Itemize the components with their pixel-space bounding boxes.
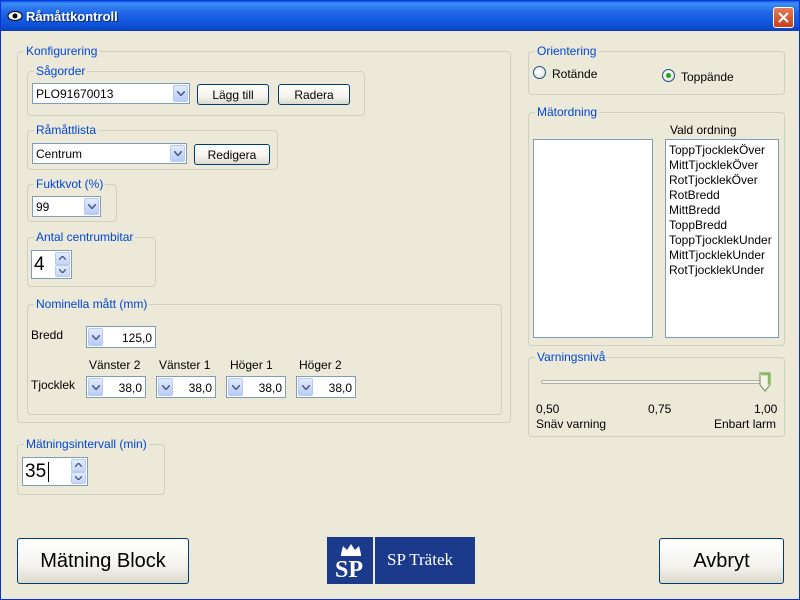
dialog-window: Råmåttkontroll Konfigurering Sågorder PL… — [0, 0, 800, 600]
delete-button[interactable]: Radera — [278, 84, 350, 105]
selected-order-list[interactable]: ToppTjocklekÖver MittTjocklekÖver RotTjock… — [665, 139, 779, 338]
list-item[interactable]: RotTjocklekUnder — [666, 263, 778, 278]
logo-sp: SP — [335, 557, 364, 583]
radio-rotande[interactable] — [533, 66, 546, 79]
centrumbitar-value: 4 — [34, 254, 45, 275]
chevron-down-icon[interactable] — [158, 378, 173, 396]
tjocklek-value: 38,0 — [118, 381, 142, 395]
chevron-down-icon[interactable] — [298, 378, 313, 396]
chevron-down-icon[interactable] — [88, 378, 103, 396]
eye-icon — [7, 10, 23, 22]
spinner-buttons[interactable] — [55, 252, 70, 277]
avbryt-button[interactable]: Avbryt — [659, 538, 784, 584]
konfigurering-legend: Konfigurering — [24, 44, 100, 58]
slider-min-label: 0,50 — [536, 402, 560, 416]
spinner-buttons[interactable] — [71, 459, 86, 484]
chevron-down-icon[interactable] — [228, 378, 243, 396]
fuktkvot-value: 99 — [36, 200, 50, 214]
radio-toppande[interactable] — [662, 69, 675, 82]
list-item[interactable]: RotTjocklekÖver — [666, 173, 778, 188]
tjocklek-value: 38,0 — [188, 381, 212, 395]
varningsniva-legend: Varningsnivå — [535, 350, 608, 364]
sagorder-legend: Sågorder — [34, 64, 88, 78]
edit-button[interactable]: Redigera — [194, 144, 270, 165]
bredd-input[interactable]: 125,0 — [86, 326, 156, 348]
bredd-value: 125,0 — [121, 331, 152, 345]
slider-mid-label: 0,75 — [648, 402, 672, 416]
list-item[interactable]: ToppTjocklekUnder — [666, 233, 778, 248]
bredd-label: Bredd — [31, 328, 64, 342]
chevron-up-icon[interactable] — [55, 252, 70, 265]
matintervall-legend: Mätningsintervall (min) — [24, 437, 149, 451]
tjocklek-value: 38,0 — [328, 381, 352, 395]
crown-icon — [341, 544, 361, 556]
slider-right-caption: Enbart larm — [714, 417, 777, 431]
slider-left-caption: Snäv varning — [536, 417, 607, 431]
list-item[interactable]: ToppBredd — [666, 218, 778, 233]
logo-mark: SP — [327, 537, 375, 584]
fuktkvot-legend: Fuktkvot (%) — [34, 177, 106, 191]
matning-block-button[interactable]: Mätning Block — [17, 538, 189, 584]
ramattlista-value: Centrum — [36, 147, 83, 161]
column-header-vanster-1: Vänster 1 — [159, 358, 211, 372]
warning-slider-thumb[interactable] — [759, 372, 771, 392]
sagorder-value: PLO91670013 — [36, 87, 114, 101]
centrumbitar-spinner[interactable]: 4 — [31, 250, 72, 279]
fuktkvot-combo[interactable]: 99 — [32, 196, 101, 217]
tjocklek-input-vanster-2[interactable]: 38,0 — [86, 376, 146, 398]
chevron-down-icon[interactable] — [88, 328, 103, 346]
tjocklek-input-hoger-1[interactable]: 38,0 — [226, 376, 286, 398]
chevron-down-icon[interactable] — [71, 471, 86, 484]
tjocklek-label: Tjocklek — [31, 378, 76, 392]
list-item[interactable]: ToppTjocklekÖver — [666, 143, 778, 158]
window-title: Råmåttkontroll — [26, 9, 118, 24]
centrumbitar-legend: Antal centrumbitar — [34, 230, 136, 244]
sagorder-combo[interactable]: PLO91670013 — [32, 83, 190, 104]
list-item[interactable]: MittBredd — [666, 203, 778, 218]
chevron-up-icon[interactable] — [71, 459, 86, 472]
list-item[interactable]: RotBredd — [666, 188, 778, 203]
close-button[interactable] — [773, 7, 794, 28]
vald-ordning-label: Vald ordning — [670, 123, 737, 137]
matintervall-value: 35 — [25, 461, 47, 482]
logo-text: SP Trätek — [387, 550, 453, 569]
warning-slider-track[interactable] — [541, 380, 767, 384]
nominella-legend: Nominella mått (mm) — [34, 297, 150, 311]
column-header-vanster-2: Vänster 2 — [89, 358, 141, 372]
list-item[interactable]: MittTjocklekÖver — [666, 158, 778, 173]
column-header-hoger-2: Höger 2 — [299, 358, 342, 372]
ramattlista-legend: Råmåttlista — [34, 123, 99, 137]
title-bar[interactable]: Råmåttkontroll — [1, 1, 799, 31]
add-button[interactable]: Lägg till — [197, 84, 269, 105]
orientering-legend: Orientering — [535, 44, 599, 58]
tjocklek-input-hoger-2[interactable]: 38,0 — [296, 376, 356, 398]
text-caret — [48, 462, 49, 482]
list-item[interactable]: MittTjocklekUnder — [666, 248, 778, 263]
chevron-down-icon[interactable] — [173, 85, 188, 102]
available-order-list[interactable] — [533, 139, 653, 338]
matordning-legend: Mätordning — [535, 105, 600, 119]
chevron-down-icon[interactable] — [170, 145, 185, 162]
tjocklek-value: 38,0 — [258, 381, 282, 395]
matintervall-spinner[interactable]: 35 — [22, 457, 88, 486]
tjocklek-input-vanster-1[interactable]: 38,0 — [156, 376, 216, 398]
ramattlista-combo[interactable]: Centrum — [32, 143, 187, 164]
sp-tratek-logo: SP SP Trätek — [327, 537, 475, 584]
chevron-down-icon[interactable] — [55, 264, 70, 277]
chevron-down-icon[interactable] — [84, 198, 99, 215]
slider-max-label: 1,00 — [754, 402, 778, 416]
column-header-hoger-1: Höger 1 — [230, 358, 273, 372]
radio-rotande-label[interactable]: Rotände — [552, 67, 597, 81]
radio-toppande-label[interactable]: Toppände — [681, 70, 734, 84]
close-icon — [778, 12, 789, 23]
